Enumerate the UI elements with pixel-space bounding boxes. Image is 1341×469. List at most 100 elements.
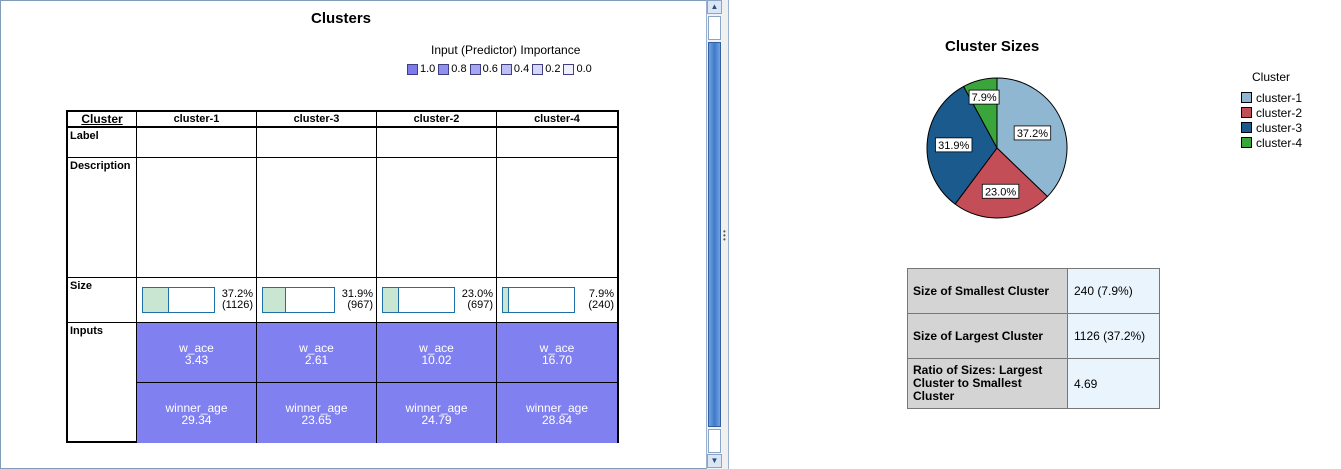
ratio-of-sizes-value: 4.69: [1067, 358, 1160, 409]
pie-slice-label: 37.2%: [1017, 128, 1048, 140]
vertical-scrollbar[interactable]: ▲ ▼: [706, 0, 722, 469]
scroll-up-button[interactable]: ▲: [707, 0, 722, 14]
largest-cluster-label: Size of Largest Cluster: [907, 313, 1068, 359]
importance-label: 0.8: [451, 63, 467, 75]
legend-swatch: [1241, 107, 1252, 118]
input-cell-w-ace[interactable]: w_ace 16.70: [497, 323, 617, 383]
row-label-label: Label: [68, 128, 137, 158]
grid-header-cluster[interactable]: Cluster: [68, 112, 137, 128]
legend-item: cluster-4: [1241, 135, 1302, 150]
importance-legend: 1.0 0.8 0.6 0.4 0.2 0.0: [407, 63, 595, 75]
label-cell[interactable]: [257, 128, 377, 158]
largest-cluster-value: 1126 (37.2%): [1067, 313, 1160, 359]
importance-legend-title: Input (Predictor) Importance: [431, 43, 581, 57]
importance-label: 0.4: [513, 63, 530, 75]
size-bar-fill: [383, 288, 400, 312]
input-value: 23.65: [301, 413, 332, 427]
description-cell[interactable]: [257, 158, 377, 278]
input-cell-winner-age[interactable]: winner_age 23.65: [257, 383, 377, 443]
size-cell[interactable]: 7.9% (240): [497, 278, 617, 323]
input-value: 29.34: [181, 413, 212, 427]
importance-label: 0.6: [482, 63, 498, 75]
importance-level: 0.2: [532, 63, 560, 75]
legend-swatch: [1241, 122, 1252, 133]
input-cell-w-ace[interactable]: w_ace 10.02: [377, 323, 497, 383]
input-value: 2.61: [304, 353, 329, 367]
size-bar: [262, 287, 335, 313]
size-bar: [382, 287, 455, 313]
cluster-size-summary-table: Size of Smallest Cluster 240 (7.9%) Size…: [907, 268, 1160, 409]
importance-swatch: [438, 63, 450, 75]
importance-swatch: [532, 63, 544, 75]
scroll-down-button[interactable]: ▼: [707, 454, 722, 468]
pie-slice-label: 7.9%: [972, 92, 997, 104]
importance-swatch: [469, 63, 481, 75]
importance-level: 0.6: [469, 63, 498, 75]
size-count: (967): [347, 299, 373, 311]
legend-label: cluster-2: [1256, 105, 1303, 120]
size-bar-fill: [263, 288, 286, 312]
size-bar-fill: [143, 288, 170, 312]
grid-header-cluster-3[interactable]: cluster-3: [257, 112, 377, 128]
input-cell-w-ace[interactable]: w_ace 2.61: [257, 323, 377, 383]
legend-label: cluster-1: [1256, 90, 1303, 105]
legend-item: cluster-3: [1241, 120, 1302, 135]
size-bar: [142, 287, 215, 313]
legend-label: cluster-3: [1256, 120, 1303, 135]
input-value: 28.84: [541, 413, 573, 427]
importance-level: 0.4: [500, 63, 530, 75]
pie-slice-label: 31.9%: [938, 140, 969, 152]
size-cell[interactable]: 37.2% (1126): [137, 278, 257, 323]
size-cell[interactable]: 23.0% (697): [377, 278, 497, 323]
scroll-thumb[interactable]: [708, 42, 721, 427]
input-value: 10.02: [421, 353, 452, 367]
input-cell-w-ace[interactable]: w_ace 3.43: [137, 323, 257, 383]
input-cell-winner-age[interactable]: winner_age 28.84: [497, 383, 617, 443]
description-cell[interactable]: [137, 158, 257, 278]
legend-item: cluster-1: [1241, 90, 1302, 105]
smallest-cluster-value: 240 (7.9%): [1067, 268, 1160, 314]
importance-swatch: [500, 63, 512, 75]
pie-slice-label: 23.0%: [985, 186, 1016, 198]
grid-header-cluster-4[interactable]: cluster-4: [497, 112, 617, 128]
scroll-track-upper[interactable]: [708, 16, 721, 40]
label-cell[interactable]: [137, 128, 257, 158]
legend-label: cluster-4: [1256, 135, 1303, 150]
grid-header-cluster-2[interactable]: cluster-2: [377, 112, 497, 128]
input-value: 16.70: [541, 353, 573, 367]
importance-level: 1.0: [407, 63, 435, 75]
legend-swatch: [1241, 137, 1252, 148]
input-value: 24.79: [421, 413, 452, 427]
label-cell[interactable]: [377, 128, 497, 158]
importance-level: 0.0: [563, 63, 592, 75]
size-count: (240): [588, 299, 614, 311]
description-cell[interactable]: [497, 158, 617, 278]
input-cell-winner-age[interactable]: winner_age 24.79: [377, 383, 497, 443]
size-count: (697): [467, 299, 493, 311]
grid-header-cluster-1[interactable]: cluster-1: [137, 112, 257, 128]
label-cell[interactable]: [497, 128, 617, 158]
input-cell-winner-age[interactable]: winner_age 29.34: [137, 383, 257, 443]
importance-level: 0.8: [438, 63, 467, 75]
importance-label: 0.0: [576, 63, 592, 75]
input-value: 3.43: [184, 353, 209, 367]
scroll-track-lower[interactable]: [708, 429, 721, 453]
pie-legend: cluster-1 cluster-2 cluster-3 cluster-4: [1241, 90, 1302, 150]
cluster-sizes-pane: Cluster Sizes 37.2% 23.0% 31.9% 7.9% Cluste…: [728, 0, 1341, 469]
pie-legend-title: Cluster: [1252, 70, 1291, 84]
row-label-inputs: Inputs: [68, 323, 137, 443]
cluster-sizes-pie-chart[interactable]: 37.2% 23.0% 31.9% 7.9%: [925, 76, 1069, 220]
cluster-comparison-grid: Cluster cluster-1 cluster-3 cluster-2 cl…: [66, 110, 619, 443]
ratio-of-sizes-label: Ratio of Sizes: Largest Cluster to Small…: [907, 358, 1068, 409]
size-bar: [502, 287, 575, 313]
row-label-size: Size: [68, 278, 137, 323]
size-bar-fill: [503, 288, 509, 312]
splitter-grip-icon[interactable]: • • •: [723, 228, 726, 244]
size-count: (1126): [222, 299, 253, 311]
importance-label: 1.0: [420, 63, 436, 75]
description-cell[interactable]: [377, 158, 497, 278]
importance-swatch: [563, 63, 575, 75]
cluster-sizes-title: Cluster Sizes: [945, 38, 1040, 55]
importance-swatch: [407, 63, 418, 75]
size-cell[interactable]: 31.9% (967): [257, 278, 377, 323]
